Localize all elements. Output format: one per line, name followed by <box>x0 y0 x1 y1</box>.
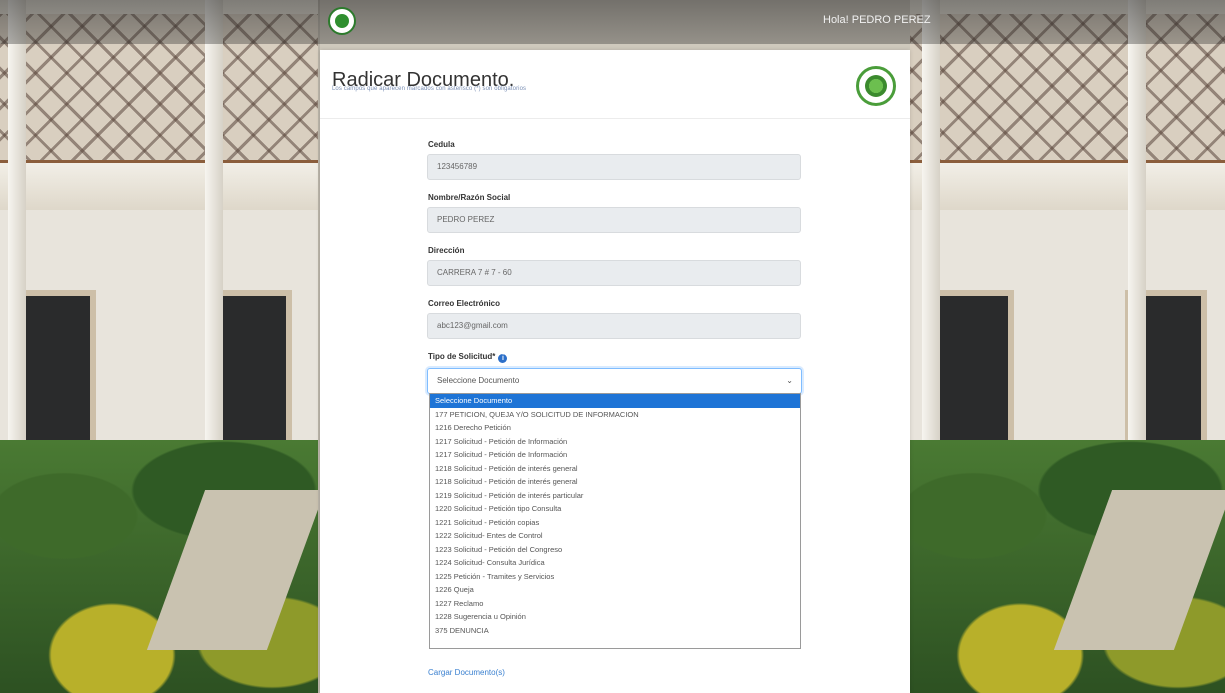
nav-link-1[interactable] <box>372 13 387 25</box>
logo-icon[interactable] <box>328 7 356 35</box>
dropdown-option[interactable]: 1218 Solicitud - Petición de interés gen… <box>430 462 800 476</box>
nav-links <box>372 13 521 25</box>
background-courtyard-right <box>910 0 1225 693</box>
dropdown-option[interactable]: 1226 Queja <box>430 583 800 597</box>
nav-link-3[interactable] <box>484 13 521 25</box>
direccion-field[interactable]: CARRERA 7 # 7 - 60 <box>427 260 801 286</box>
dropdown-option[interactable]: 1218 Solicitud - Petición de interés gen… <box>430 475 800 489</box>
correo-field[interactable]: abc123@gmail.com <box>427 313 801 339</box>
dropdown-option[interactable]: 1225 Petición - Tramites y Servicios <box>430 570 800 584</box>
tipo-solicitud-label-wrap: Tipo de Solicitud* i <box>428 352 508 363</box>
dropdown-option[interactable]: 1223 Solicitud - Petición del Congreso <box>430 543 800 557</box>
dropdown-option[interactable]: 1228 Sugerencia u Opinión <box>430 610 800 624</box>
institution-seal-icon <box>856 66 896 106</box>
dropdown-option[interactable]: 1219 Solicitud - Petición de interés par… <box>430 489 800 503</box>
direccion-label: Dirección <box>428 246 465 255</box>
dropdown-option[interactable]: 1224 Solicitud- Consulta Jurídica <box>430 556 800 570</box>
dropdown-option[interactable]: 1221 Solicitud - Petición copias <box>430 516 800 530</box>
cedula-field[interactable]: 123456789 <box>427 154 801 180</box>
nombre-label: Nombre/Razón Social <box>428 193 511 202</box>
dropdown-option[interactable]: 1217 Solicitud - Petición de Información <box>430 448 800 462</box>
cedula-label: Cedula <box>428 140 455 149</box>
tipo-solicitud-dropdown-list[interactable]: Seleccione Documento 177 PETICION, QUEJA … <box>429 393 801 649</box>
user-greeting: Hola! PEDRO PEREZ <box>823 14 931 26</box>
page-subtitle: Los campos que aparecen marcados con ast… <box>332 86 527 92</box>
card-header: Radicar Documento. Los campos que aparec… <box>320 50 910 119</box>
chevron-down-icon: ⌄ <box>786 376 793 385</box>
dropdown-option[interactable]: 1222 Solicitud- Entes de Control <box>430 529 800 543</box>
dropdown-option[interactable]: 1220 Solicitud - Petición tipo Consulta <box>430 502 800 516</box>
upload-documents-link[interactable]: Cargar Documento(s) <box>428 668 505 677</box>
dropdown-option[interactable]: Seleccione Documento <box>430 394 800 408</box>
dropdown-option[interactable]: 375 DENUNCIA <box>430 624 800 638</box>
tipo-solicitud-select[interactable]: Seleccione Documento ⌄ <box>427 368 802 394</box>
dropdown-option[interactable]: 177 PETICION, QUEJA Y/O SOLICITUD DE INF… <box>430 408 800 422</box>
nombre-field[interactable]: PEDRO PEREZ <box>427 207 801 233</box>
nav-link-2[interactable] <box>417 13 454 25</box>
info-icon[interactable]: i <box>498 354 508 363</box>
top-navbar: Hola! PEDRO PEREZ <box>0 0 1225 44</box>
tipo-solicitud-selected: Seleccione Documento <box>437 376 520 385</box>
background-courtyard-left <box>0 0 320 693</box>
dropdown-option[interactable]: 1216 Derecho Petición <box>430 421 800 435</box>
correo-label: Correo Electrónico <box>428 299 501 308</box>
tipo-solicitud-label: Tipo de Solicitud* <box>428 352 496 361</box>
dropdown-option[interactable]: 1227 Reclamo <box>430 597 800 611</box>
dropdown-option[interactable]: 1217 Solicitud - Petición de Información <box>430 435 800 449</box>
